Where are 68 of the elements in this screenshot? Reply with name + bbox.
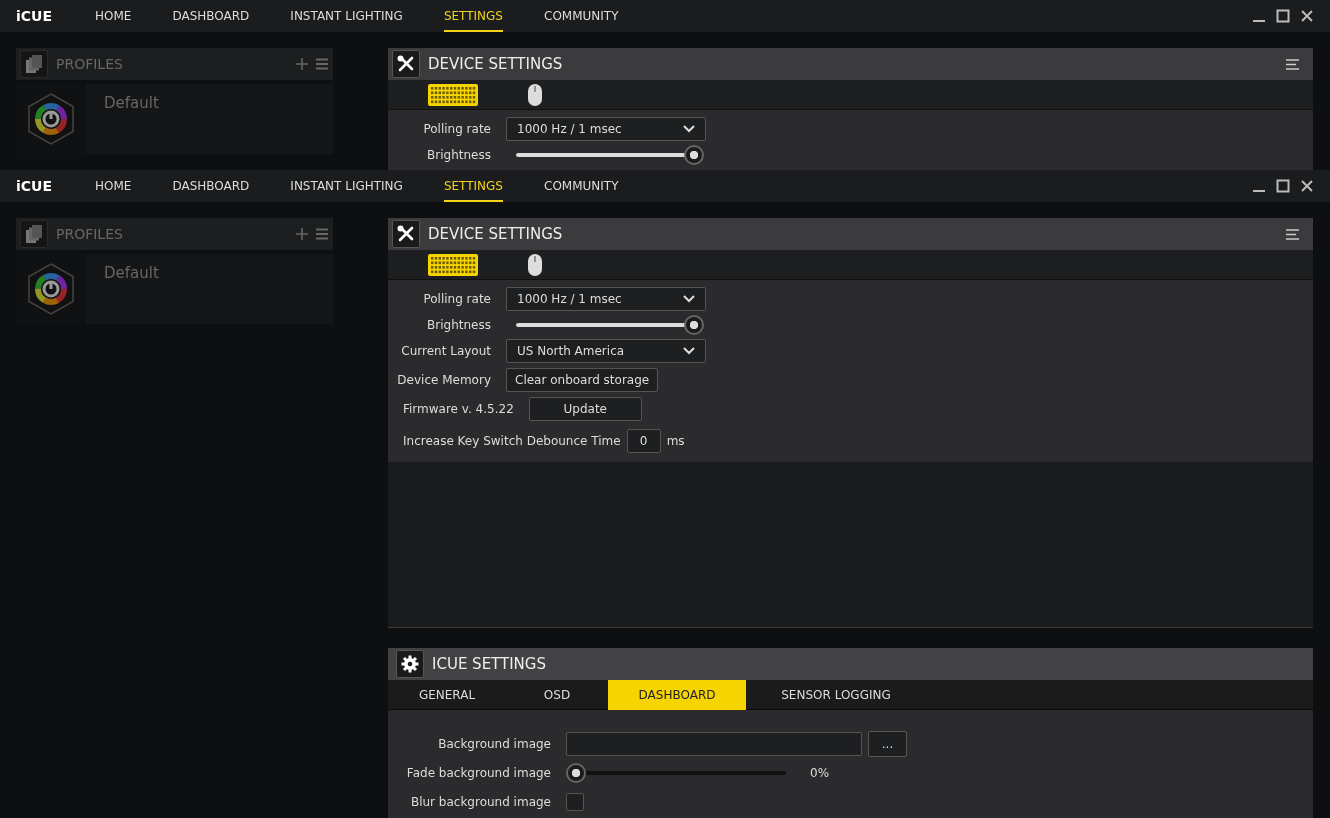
- nav-tab[interactable]: COMMUNITY: [544, 0, 619, 32]
- chevron-down-icon: [683, 125, 695, 133]
- slider-value: 0%: [810, 765, 830, 782]
- nav-tab[interactable]: SETTINGS: [443, 0, 503, 32]
- close-icon[interactable]: [1300, 9, 1314, 23]
- dropdown[interactable]: 1000 Hz / 1 msec: [506, 117, 706, 141]
- setting-label: Firmware v. 4.5.22: [402, 401, 514, 418]
- file-path-field[interactable]: [566, 732, 862, 756]
- browse-button[interactable]: ...: [868, 731, 907, 757]
- nav-tab[interactable]: HOME: [95, 170, 132, 202]
- setting-label: Background image: [437, 736, 551, 753]
- update-button[interactable]: Update: [528, 397, 642, 421]
- app-logo: iCUE: [16, 6, 52, 26]
- setting-label: Blur background image: [409, 794, 551, 811]
- setting-label: Increase Key Switch Debounce Time: [402, 433, 621, 450]
- profile-name: Default: [104, 93, 159, 114]
- tools-icon: [396, 224, 416, 244]
- section-tab[interactable]: OSD: [506, 680, 608, 710]
- nav-tab[interactable]: DASHBOARD: [172, 0, 250, 32]
- menu-icon[interactable]: [315, 228, 329, 240]
- app-logo: iCUE: [16, 176, 52, 196]
- chevron-down-icon: [683, 295, 695, 303]
- panel-title: PROFILES: [56, 224, 123, 244]
- dropdown[interactable]: US North America: [506, 339, 706, 363]
- profile-name: Default: [104, 263, 159, 284]
- pages-icon: [26, 55, 42, 73]
- tools-icon: [396, 54, 416, 74]
- clear-storage-button[interactable]: Clear onboard storage: [506, 368, 659, 392]
- settings-icon: [401, 655, 419, 673]
- setting-label: Fade background image: [405, 765, 551, 782]
- mouse-icon[interactable]: [528, 83, 542, 106]
- nav-tab[interactable]: INSTANT LIGHTING: [290, 0, 403, 32]
- setting-label: Brightness: [426, 147, 491, 164]
- section-tab[interactable]: SENSOR LOGGING: [746, 680, 926, 710]
- nav-tab[interactable]: INSTANT LIGHTING: [290, 170, 403, 202]
- keyboard-icon[interactable]: [428, 253, 478, 276]
- section-tab[interactable]: GENERAL: [388, 680, 506, 710]
- slider-thumb[interactable]: [684, 145, 704, 165]
- slider-thumb[interactable]: [684, 315, 704, 335]
- setting-label: Device Memory: [396, 372, 491, 389]
- slider-thumb[interactable]: [566, 763, 586, 783]
- setting-label: Polling rate: [422, 291, 491, 308]
- unit-label: ms: [666, 433, 685, 450]
- maximize-icon[interactable]: [1276, 179, 1290, 193]
- pages-icon: [26, 225, 42, 243]
- chevron-down-icon: [683, 347, 695, 355]
- panel-title: DEVICE SETTINGS: [428, 223, 563, 245]
- panel-title: PROFILES: [56, 54, 123, 74]
- close-icon[interactable]: [1300, 179, 1314, 193]
- menu-icon[interactable]: [315, 58, 329, 70]
- nav-tab[interactable]: COMMUNITY: [544, 170, 619, 202]
- number-field[interactable]: 0: [626, 429, 661, 453]
- panel-title: DEVICE SETTINGS: [428, 53, 563, 75]
- nav-tab[interactable]: HOME: [95, 0, 132, 32]
- mouse-icon[interactable]: [528, 253, 542, 276]
- checkbox[interactable]: [566, 793, 584, 811]
- panel-title: ICUE SETTINGS: [432, 653, 546, 675]
- setting-label: Brightness: [426, 317, 491, 334]
- setting-label: Current Layout: [400, 343, 491, 360]
- keyboard-icon[interactable]: [428, 83, 478, 106]
- setting-label: Polling rate: [422, 121, 491, 138]
- dropdown[interactable]: 1000 Hz / 1 msec: [506, 287, 706, 311]
- nav-tab[interactable]: DASHBOARD: [172, 170, 250, 202]
- nav-tab[interactable]: SETTINGS: [443, 170, 503, 202]
- maximize-icon[interactable]: [1276, 9, 1290, 23]
- section-tab[interactable]: DASHBOARD: [608, 680, 746, 710]
- profile-logo-icon: [27, 263, 75, 315]
- profile-logo-icon: [27, 93, 75, 145]
